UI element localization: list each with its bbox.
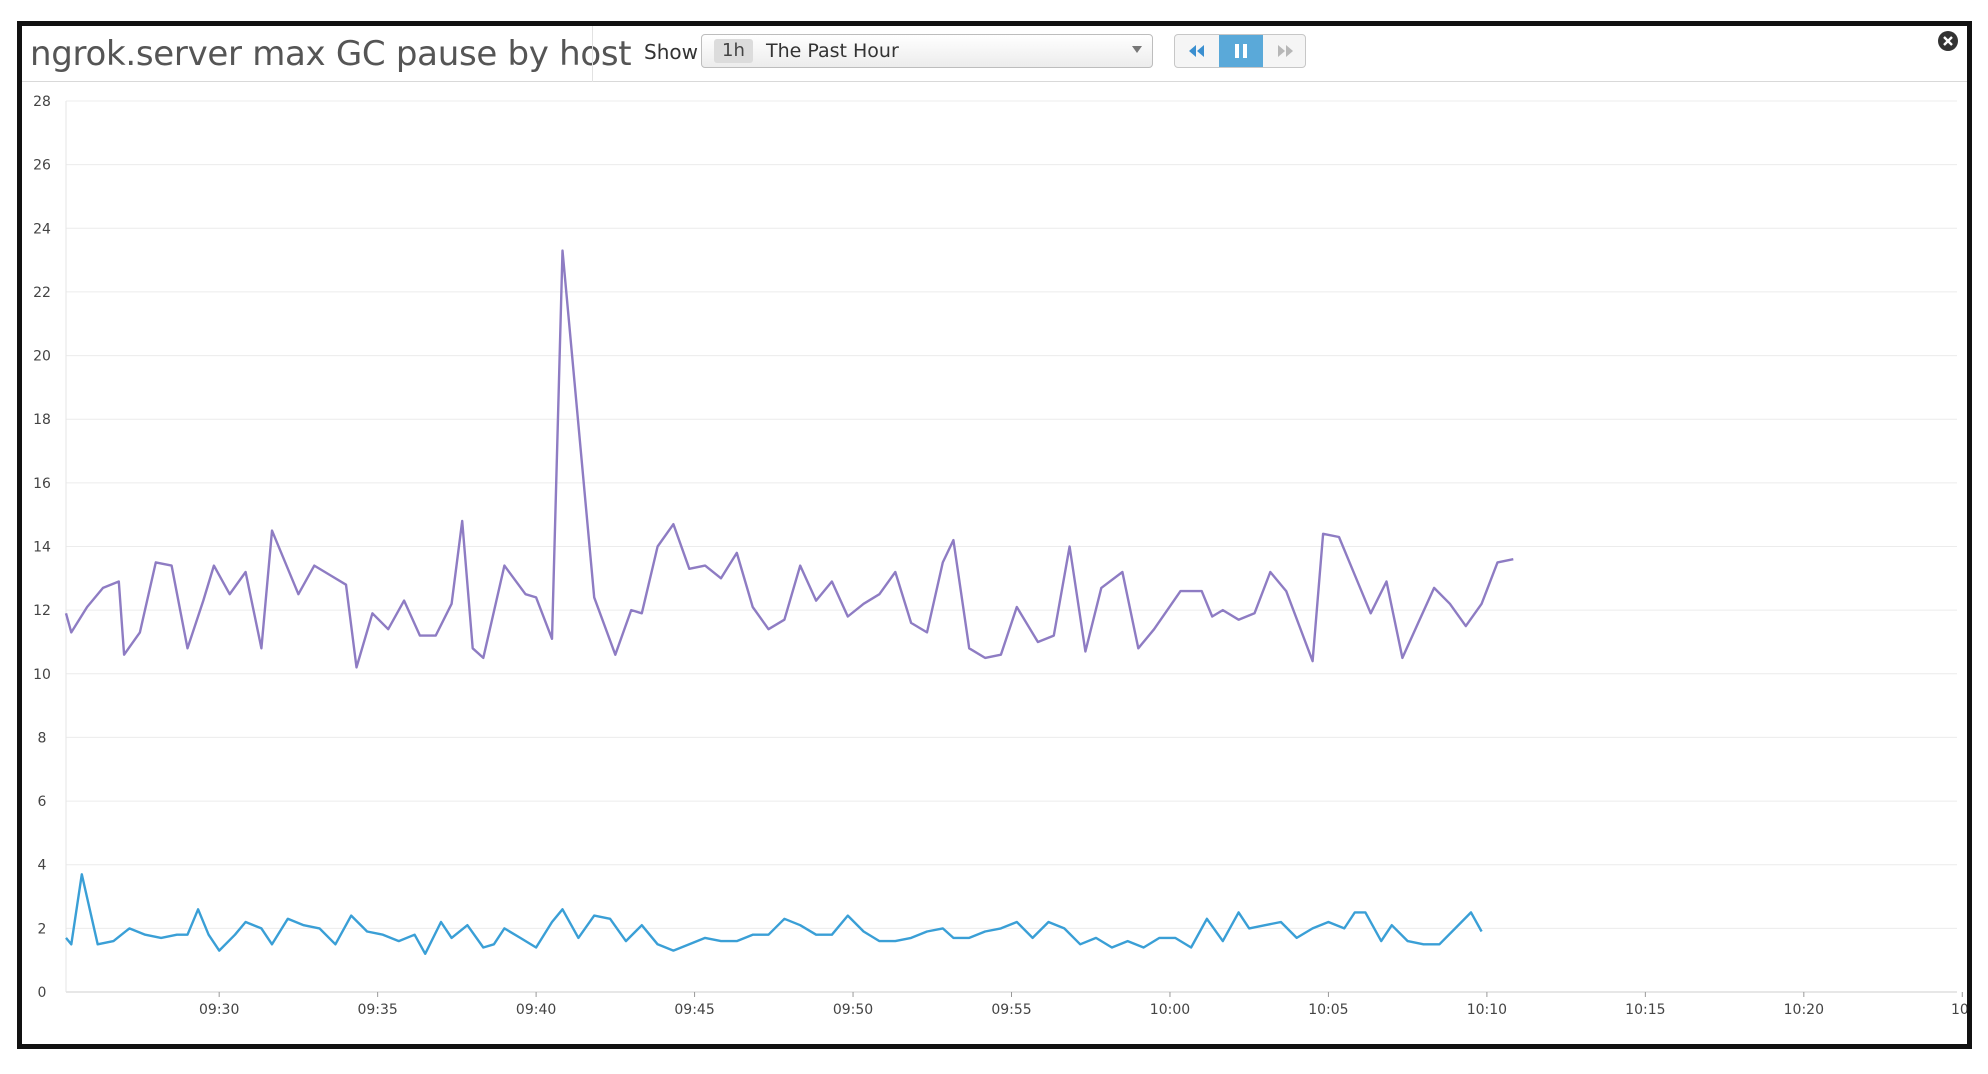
x-tick-label: 09:35 [357,1002,397,1018]
chevron-down-icon [1132,46,1142,53]
series-line-0 [64,249,1514,669]
y-tick-label: 24 [33,221,51,237]
y-tick-label: 18 [33,412,51,428]
rewind-icon [1189,45,1204,57]
x-tick-label: 09:55 [991,1002,1031,1018]
x-tick-label: 10:10 [1467,1002,1507,1018]
x-tick-label: 09:30 [199,1002,239,1018]
title-divider [592,26,593,82]
pause-button[interactable] [1219,35,1263,67]
close-icon [1938,31,1958,51]
y-tick-label: 10 [33,667,51,683]
fast-forward-icon [1278,45,1293,57]
y-tick-label: 6 [38,794,47,810]
fast-forward-button[interactable] [1263,35,1305,67]
y-tick-label: 22 [33,285,51,301]
timeframe-badge: 1h [714,39,753,63]
pause-icon [1235,44,1247,58]
y-tick-label: 4 [38,858,47,874]
page-title: ngrok.server max GC pause by host [30,34,632,74]
gc-pause-line-chart: 0246810121416182022242628 09:30 09:35 09:4… [33,94,1974,1018]
y-tick-label: 16 [33,476,51,492]
x-tick-label: 09:50 [833,1002,873,1018]
y-tick-label: 12 [33,603,51,619]
chart-area: 0 2 4 6 8 10 12 14 16 18 20 22 24 26 28 09:30 09:35 09:4… [22,83,1974,1044]
y-tick-label: 2 [38,921,47,937]
y-tick-label: 14 [33,540,51,556]
y-tick-label: 20 [33,349,51,365]
y-tick-label: 0 [38,985,47,1001]
close-button[interactable] [1937,30,1959,52]
x-axis: 09:30 09:35 09:40 09:45 09:50 09:55 10:00 10:05… [65,101,1974,1018]
y-axis: 0246810121416182022242628 [33,94,51,1001]
x-tick-label: 10: [1951,1002,1967,1018]
rewind-button[interactable] [1175,35,1219,67]
y-tick-label: 26 [33,158,51,174]
timeframe-value: The Past Hour [766,40,899,62]
playback-controls [1174,34,1306,68]
widget-frame: ngrok.server max GC pause by host Show 1… [17,21,1974,1049]
series-layer [64,249,1514,955]
timeframe-select[interactable]: 1h The Past Hour [701,34,1153,68]
y-tick-label: 28 [33,94,51,110]
widget-header: ngrok.server max GC pause by host Show 1… [22,26,1967,82]
x-tick-label: 09:45 [674,1002,714,1018]
x-tick-label: 10:05 [1308,1002,1348,1018]
show-label: Show [644,40,698,64]
x-tick-label: 10:00 [1150,1002,1190,1018]
x-tick-label: 10:20 [1784,1002,1824,1018]
x-tick-label: 10:15 [1625,1002,1665,1018]
y-tick-label: 8 [38,730,47,746]
series-line-1 [65,873,1483,955]
x-tick-label: 09:40 [516,1002,556,1018]
grid-layer [66,100,1957,993]
